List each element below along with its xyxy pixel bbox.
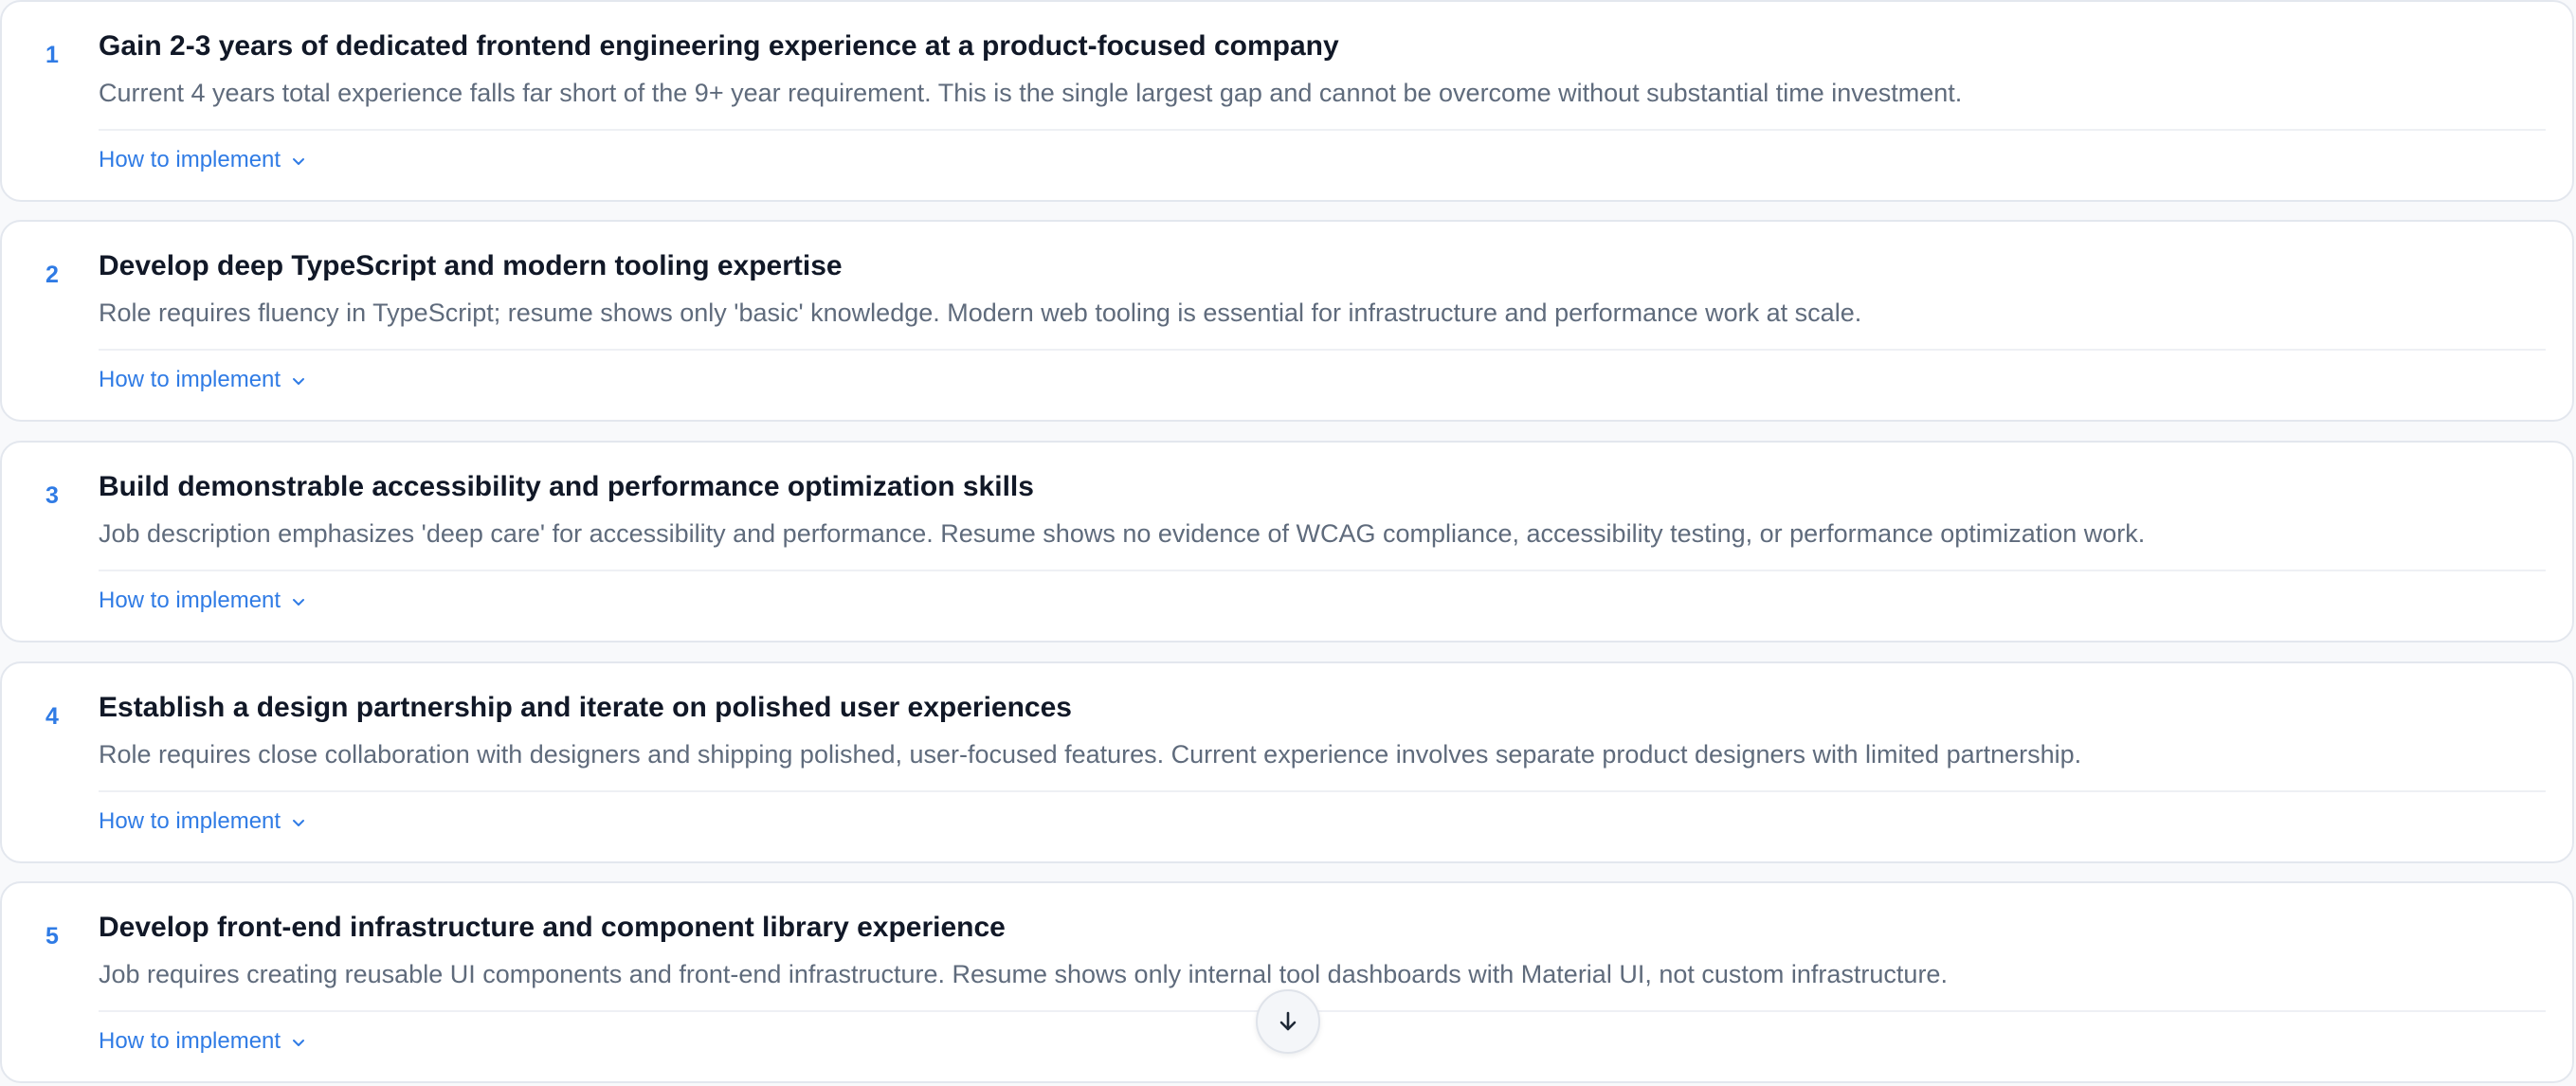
card-divider bbox=[99, 570, 2546, 571]
chevron-down-icon bbox=[290, 814, 307, 831]
arrow-down-icon bbox=[1275, 1008, 1301, 1035]
recommendation-description: Role requires fluency in TypeScript; res… bbox=[99, 299, 1862, 327]
how-to-implement-label: How to implement bbox=[99, 147, 281, 172]
chevron-down-icon bbox=[290, 153, 307, 170]
recommendation-title: Gain 2-3 years of dedicated frontend eng… bbox=[99, 30, 1339, 62]
recommendation-description: Current 4 years total experience falls f… bbox=[99, 79, 1963, 107]
how-to-implement-toggle[interactable]: How to implement bbox=[99, 147, 307, 173]
recommendation-list: 1 Gain 2-3 years of dedicated frontend e… bbox=[0, 0, 2576, 1086]
card-divider bbox=[99, 1010, 2546, 1012]
how-to-implement-toggle[interactable]: How to implement bbox=[99, 367, 307, 393]
how-to-implement-toggle[interactable]: How to implement bbox=[99, 808, 307, 835]
recommendation-title: Develop front-end infrastructure and com… bbox=[99, 912, 1006, 943]
recommendation-description: Job description emphasizes 'deep care' f… bbox=[99, 519, 2146, 548]
how-to-implement-label: How to implement bbox=[99, 1028, 281, 1054]
card-divider bbox=[99, 790, 2546, 792]
recommendation-number: 3 bbox=[45, 482, 59, 509]
chevron-down-icon bbox=[290, 593, 307, 610]
recommendation-description: Role requires close collaboration with d… bbox=[99, 740, 2082, 769]
how-to-implement-label: How to implement bbox=[99, 367, 281, 392]
recommendation-card-1: 1 Gain 2-3 years of dedicated frontend e… bbox=[0, 0, 2574, 202]
recommendation-title: Build demonstrable accessibility and per… bbox=[99, 471, 1034, 502]
scroll-down-button[interactable] bbox=[1256, 989, 1320, 1054]
card-divider bbox=[99, 129, 2546, 131]
recommendation-description: Job requires creating reusable UI compon… bbox=[99, 960, 1948, 988]
card-divider bbox=[99, 349, 2546, 351]
recommendation-title: Establish a design partnership and itera… bbox=[99, 692, 1072, 723]
recommendation-card-2: 2 Develop deep TypeScript and modern too… bbox=[0, 220, 2574, 422]
recommendation-number: 4 bbox=[45, 703, 59, 730]
recommendation-title: Develop deep TypeScript and modern tooli… bbox=[99, 250, 843, 281]
recommendation-card-4: 4 Establish a design partnership and ite… bbox=[0, 661, 2574, 863]
recommendation-number: 1 bbox=[45, 42, 59, 68]
chevron-down-icon bbox=[290, 372, 307, 389]
how-to-implement-toggle[interactable]: How to implement bbox=[99, 588, 307, 614]
how-to-implement-label: How to implement bbox=[99, 588, 281, 613]
how-to-implement-toggle[interactable]: How to implement bbox=[99, 1028, 307, 1055]
recommendation-card-3: 3 Build demonstrable accessibility and p… bbox=[0, 441, 2574, 643]
recommendation-number: 5 bbox=[45, 923, 59, 950]
chevron-down-icon bbox=[290, 1034, 307, 1051]
how-to-implement-label: How to implement bbox=[99, 808, 281, 834]
recommendation-number: 2 bbox=[45, 262, 59, 288]
